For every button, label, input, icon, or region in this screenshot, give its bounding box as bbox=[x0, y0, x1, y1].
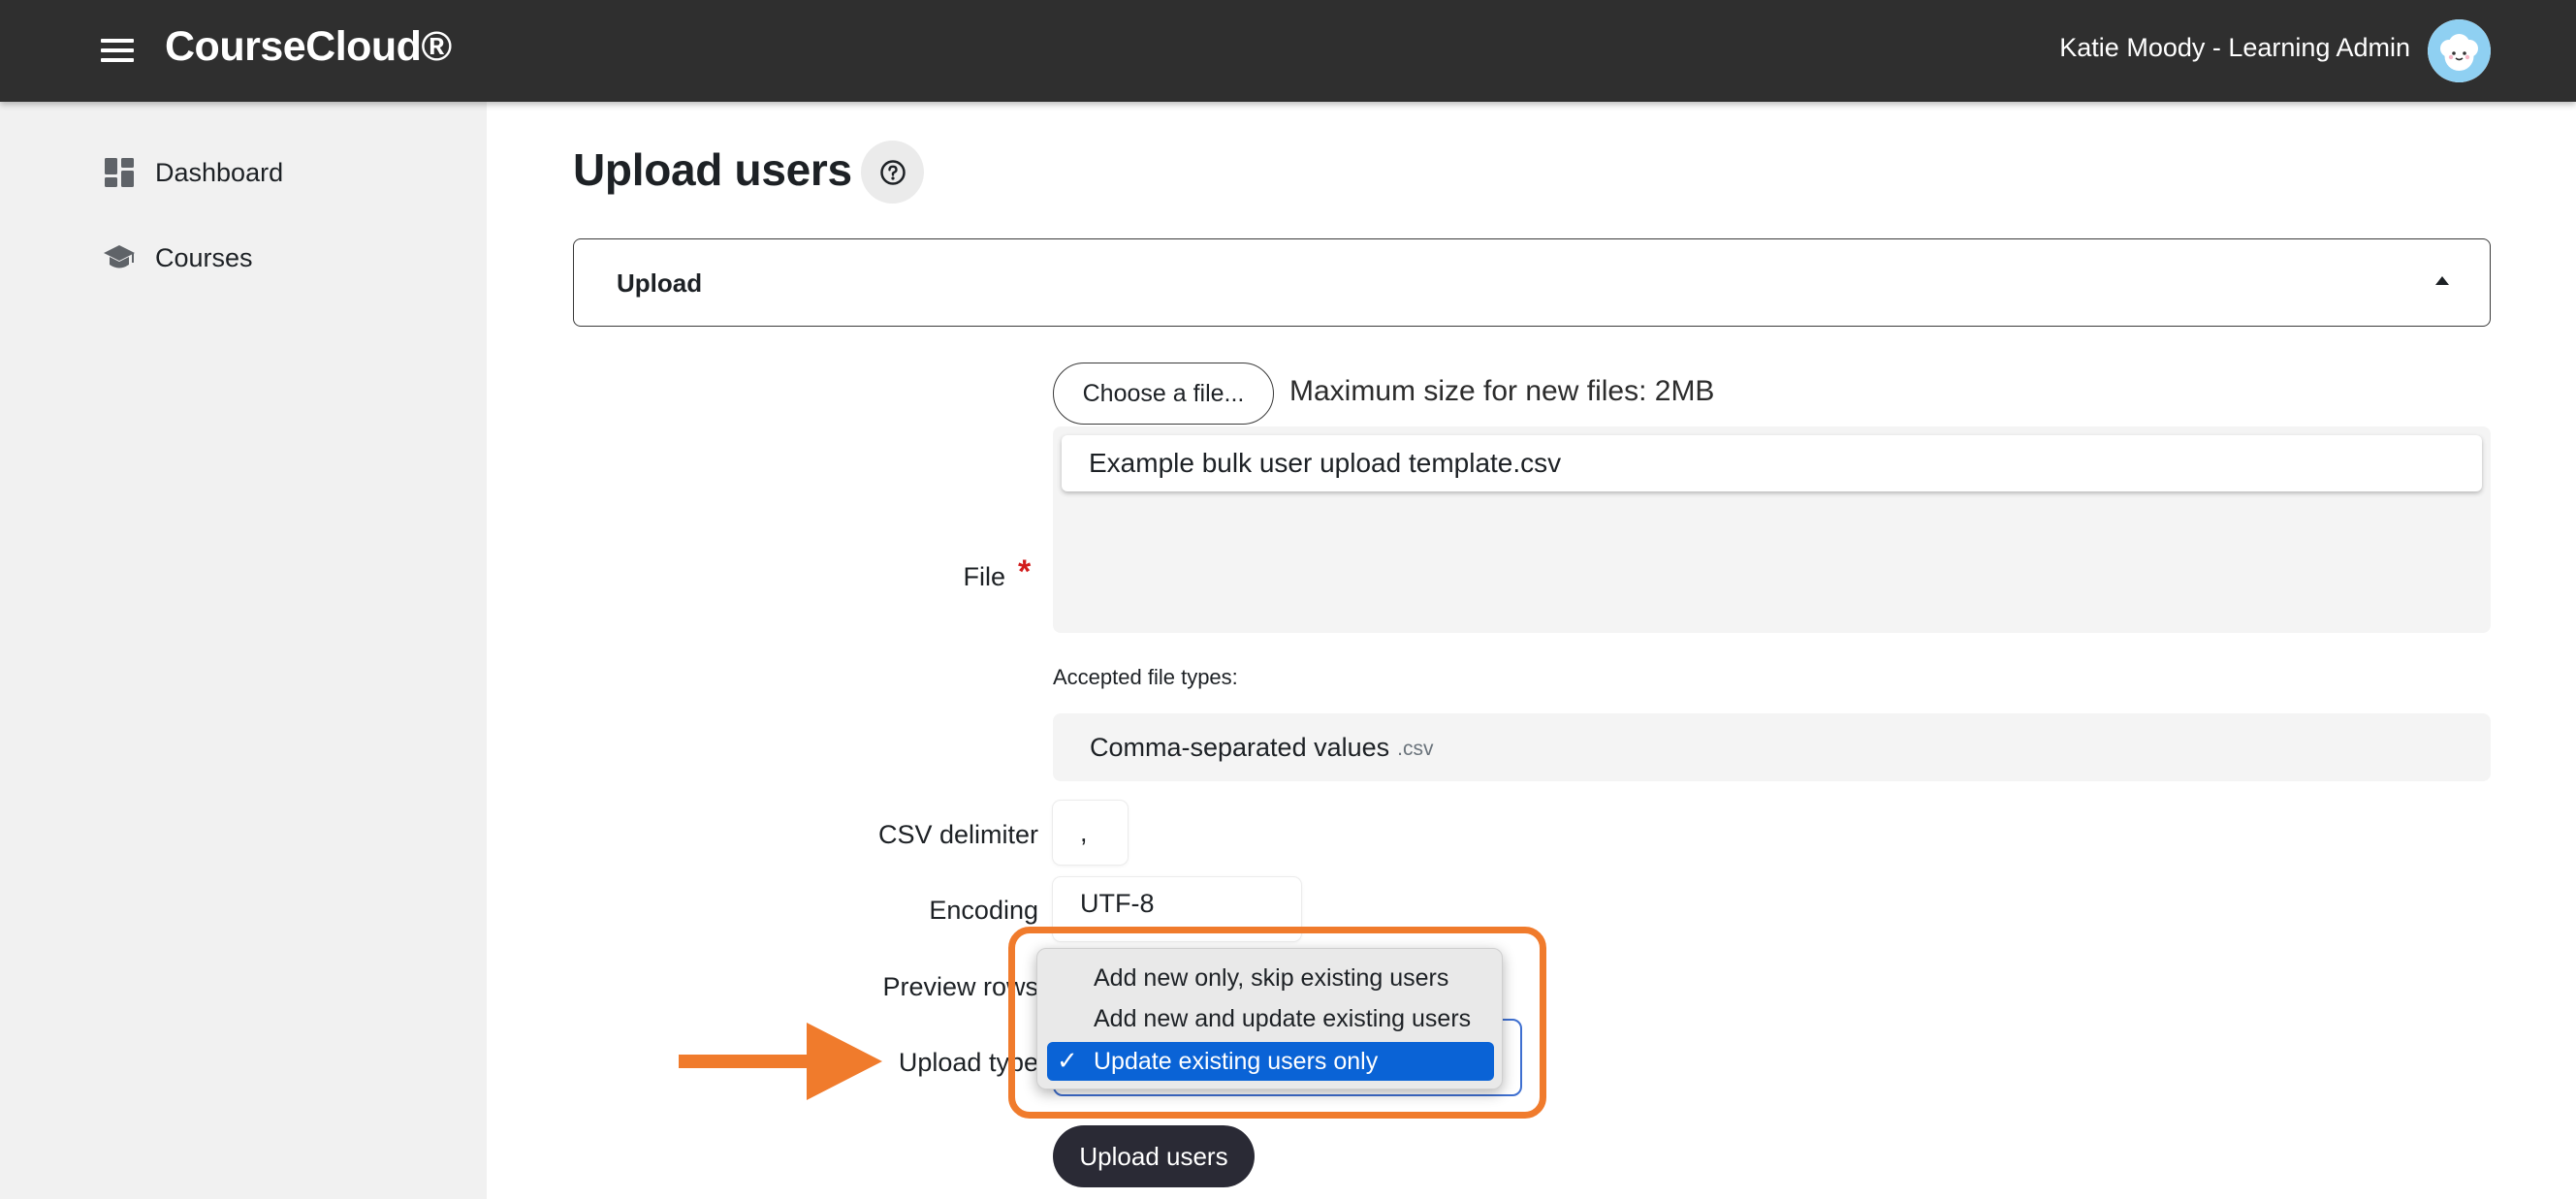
option-label: Add new and update existing users bbox=[1094, 1004, 1472, 1032]
option-add-new-and-update[interactable]: Add new and update existing users bbox=[1047, 999, 1494, 1038]
section-title: Upload bbox=[617, 268, 703, 298]
hamburger-menu-icon[interactable] bbox=[101, 37, 134, 64]
page-title: Upload users bbox=[573, 144, 852, 195]
dashboard-icon bbox=[105, 158, 134, 187]
accepted-type-name: Comma-separated values bbox=[1090, 732, 1390, 762]
option-label: Update existing users only bbox=[1094, 1047, 1379, 1075]
sidebar-item-label: Dashboard bbox=[155, 157, 284, 187]
selected-file[interactable]: Example bulk user upload template.csv bbox=[1062, 435, 2482, 491]
accepted-types-label: Accepted file types: bbox=[1053, 665, 1238, 689]
csv-delimiter-select[interactable]: , bbox=[1053, 801, 1128, 865]
sidebar: Dashboard Courses bbox=[0, 102, 487, 1199]
option-update-existing-only[interactable]: ✓ Update existing users only bbox=[1047, 1042, 1494, 1081]
csv-delimiter-label: CSV delimiter bbox=[877, 820, 1038, 849]
avatar-icon bbox=[2428, 19, 2491, 82]
brand-logo[interactable]: CourseCloud® bbox=[165, 23, 452, 71]
collapse-caret-icon[interactable] bbox=[2435, 276, 2449, 285]
option-add-new-only[interactable]: Add new only, skip existing users bbox=[1047, 959, 1494, 997]
choose-file-button[interactable]: Choose a file... bbox=[1053, 363, 1274, 425]
arrow-annotation-icon bbox=[679, 1023, 882, 1100]
upload-section-header[interactable]: Upload bbox=[573, 238, 2491, 327]
question-circle-icon bbox=[879, 159, 906, 185]
max-size-text: Maximum size for new files: 2MB bbox=[1289, 375, 1715, 407]
sidebar-item-courses[interactable]: Courses bbox=[103, 234, 253, 282]
file-label: File bbox=[963, 562, 1005, 591]
encoding-value: UTF-8 bbox=[1080, 888, 1155, 918]
checkmark-icon: ✓ bbox=[1057, 1046, 1078, 1075]
preview-rows-label: Preview rows bbox=[882, 972, 1038, 1001]
user-avatar[interactable] bbox=[2428, 19, 2491, 82]
sidebar-item-label: Courses bbox=[155, 242, 253, 272]
option-label: Add new only, skip existing users bbox=[1094, 963, 1449, 992]
sidebar-item-dashboard[interactable]: Dashboard bbox=[103, 148, 283, 197]
accepted-types-list: Comma-separated values .csv bbox=[1053, 713, 2491, 781]
selected-file-name: Example bulk user upload template.csv bbox=[1089, 448, 1562, 478]
upload-type-label: Upload type bbox=[898, 1048, 1038, 1077]
upload-users-button[interactable]: Upload users bbox=[1053, 1125, 1255, 1187]
help-button[interactable] bbox=[861, 141, 924, 204]
encoding-label: Encoding bbox=[929, 896, 1038, 925]
accepted-type-ext: .csv bbox=[1397, 738, 1434, 760]
upload-type-dropdown[interactable]: Add new only, skip existing users Add ne… bbox=[1036, 948, 1503, 1089]
user-name[interactable]: Katie Moody - Learning Admin bbox=[2059, 33, 2410, 63]
top-navbar: CourseCloud® Katie Moody - Learning Admi… bbox=[0, 0, 2576, 102]
csv-delimiter-value: , bbox=[1080, 817, 1088, 847]
graduation-cap-icon bbox=[104, 245, 135, 268]
required-mark: * bbox=[1018, 553, 1032, 590]
encoding-select[interactable]: UTF-8 bbox=[1053, 877, 1301, 941]
